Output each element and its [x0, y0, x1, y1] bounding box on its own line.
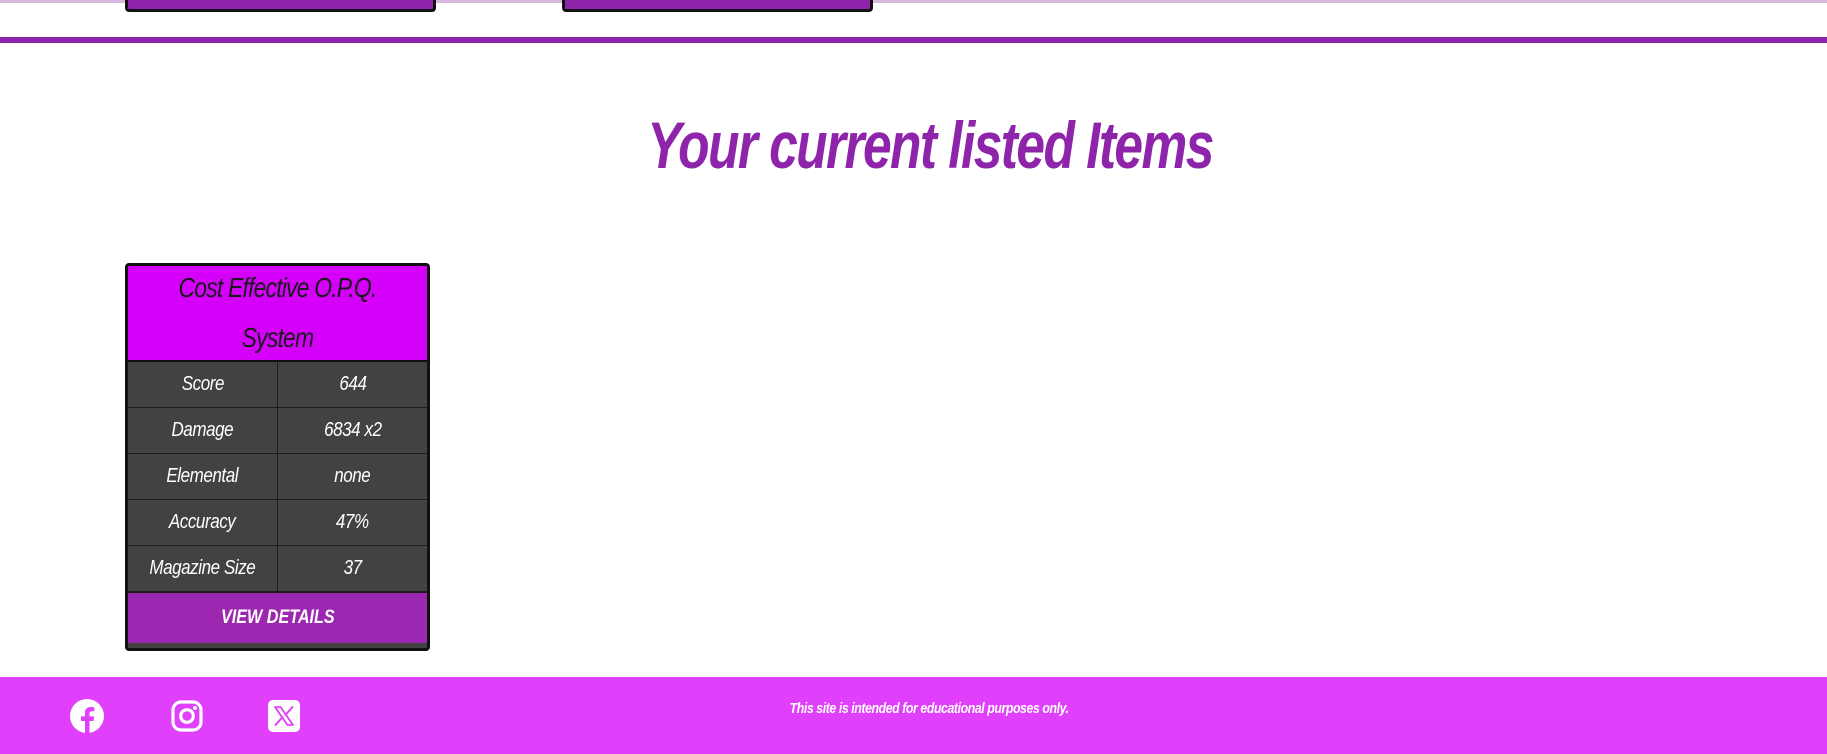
footer-disclaimer: This site is intended for educational pu… — [0, 700, 1827, 717]
stat-value: none — [277, 453, 427, 500]
stat-label: Accuracy — [128, 499, 278, 546]
stat-value-text: 644 — [338, 373, 367, 395]
section-divider — [0, 37, 1827, 43]
previous-card-bottom — [562, 0, 873, 12]
stat-value: 37 — [277, 545, 427, 592]
stat-value-text: 6834 x2 — [323, 419, 382, 441]
item-card: Cost Effective O.P.Q. System Score 644 D… — [125, 263, 430, 651]
stat-value-text: 47% — [336, 511, 369, 533]
item-title: Cost Effective O.P.Q. System — [178, 272, 377, 353]
view-details-label: VIEW DETAILS — [220, 607, 335, 628]
stat-label: Score — [128, 362, 278, 408]
site-footer: This site is intended for educational pu… — [0, 677, 1827, 754]
stat-label-text: Magazine Size — [149, 557, 256, 579]
stat-value: 644 — [277, 362, 427, 408]
item-stats-table: Score 644 Damage 6834 x2 Elemental none … — [128, 362, 427, 592]
item-card-header: Cost Effective O.P.Q. System — [128, 266, 427, 362]
stat-value: 6834 x2 — [277, 407, 427, 454]
stat-label-text: Damage — [171, 419, 234, 441]
stat-row: Damage 6834 x2 — [128, 407, 427, 454]
stat-label: Elemental — [128, 453, 278, 500]
stat-label-text: Score — [181, 373, 224, 395]
stat-row: Elemental none — [128, 453, 427, 500]
stat-value: 47% — [277, 499, 427, 546]
stat-label: Damage — [128, 407, 278, 454]
stat-row: Accuracy 47% — [128, 499, 427, 546]
stat-value-text: none — [334, 465, 371, 487]
stat-row: Magazine Size 37 — [128, 545, 427, 592]
previous-card-bottom — [125, 0, 436, 12]
footer-disclaimer-text: This site is intended for educational pu… — [789, 700, 1069, 717]
stat-label-text: Accuracy — [169, 511, 236, 533]
view-details-button[interactable]: VIEW DETAILS — [128, 592, 427, 643]
section-title: Your current listed Items — [647, 108, 1214, 182]
stat-row: Score 644 — [128, 362, 427, 408]
stat-label-text: Elemental — [166, 465, 239, 487]
stat-label: Magazine Size — [128, 545, 278, 592]
stat-value-text: 37 — [343, 557, 362, 579]
